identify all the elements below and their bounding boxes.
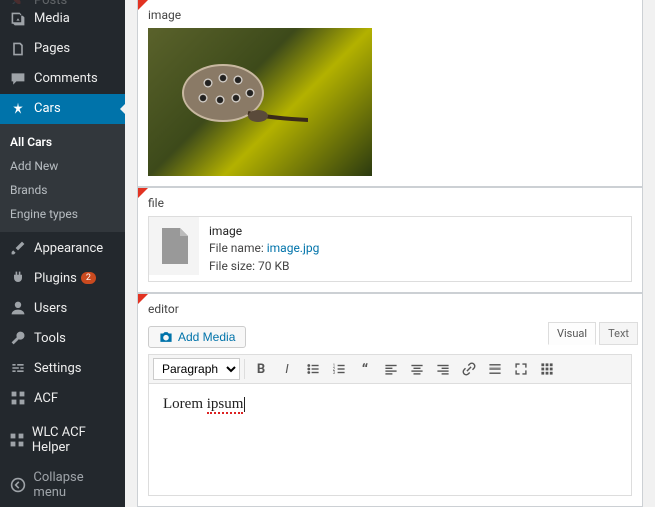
sidebar-item-users[interactable]: Users: [0, 293, 125, 323]
text-cursor: [244, 397, 245, 412]
butterfly-image: [178, 58, 308, 143]
admin-sidebar: 📌 Posts Media Pages Comments Cars All Ca…: [0, 0, 125, 507]
file-size: 70 KB: [258, 259, 289, 273]
file-size-label: File size:: [209, 259, 258, 273]
sidebar-item-appearance[interactable]: Appearance: [0, 233, 125, 263]
sidebar-item-settings[interactable]: Settings: [0, 353, 125, 383]
submenu-item-engine-types[interactable]: Engine types: [0, 202, 125, 226]
collapse-label: Collapse menu: [33, 470, 117, 500]
align-right-button[interactable]: [431, 357, 455, 381]
pin-icon: [8, 101, 28, 117]
file-info: image File name: image.jpg File size: 70…: [199, 217, 329, 281]
align-center-button[interactable]: [405, 357, 429, 381]
field-label: file: [138, 188, 642, 216]
sidebar-item-label: Media: [34, 11, 70, 26]
sidebar-item-label: ACF: [34, 391, 58, 406]
toolbar-toggle-button[interactable]: [535, 357, 559, 381]
field-label: editor: [138, 294, 642, 322]
page-icon: [8, 41, 28, 57]
editor-toolbar: Paragraph B I 123 “: [148, 354, 632, 384]
italic-button[interactable]: I: [275, 357, 299, 381]
sidebar-item-media[interactable]: Media: [0, 4, 125, 34]
bold-button[interactable]: B: [249, 357, 273, 381]
file-title: image: [209, 223, 319, 240]
tab-text[interactable]: Text: [599, 322, 638, 345]
sidebar-item-label: Pages: [34, 41, 70, 56]
update-badge: 2: [81, 272, 96, 284]
sidebar-item-label: Cars: [34, 101, 61, 116]
pin-icon: 📌: [8, 0, 28, 4]
plug-icon: [8, 270, 28, 286]
camera-icon: [159, 330, 173, 344]
sidebar-item-label: Users: [34, 301, 67, 316]
insert-more-button[interactable]: [483, 357, 507, 381]
media-icon: [8, 11, 28, 27]
file-icon: [149, 217, 199, 275]
sidebar-item-label: Appearance: [34, 241, 103, 256]
sidebar-item-wlc-acf-helper[interactable]: WLC ACF Helper: [0, 418, 125, 462]
sidebar-item-pages[interactable]: Pages: [0, 34, 125, 64]
svg-text:3: 3: [333, 371, 336, 376]
sidebar-item-acf[interactable]: ACF: [0, 383, 125, 413]
link-button[interactable]: [457, 357, 481, 381]
comment-icon: [8, 71, 28, 87]
main-content: image: [125, 0, 655, 507]
collapse-menu-button[interactable]: Collapse menu: [0, 463, 125, 507]
brush-icon: [8, 240, 28, 256]
add-media-label: Add Media: [178, 330, 235, 344]
sidebar-item-cars[interactable]: Cars: [0, 94, 125, 124]
file-name-label: File name:: [209, 241, 267, 255]
submenu-item-add-new[interactable]: Add New: [0, 154, 125, 178]
bullet-list-button[interactable]: [301, 357, 325, 381]
grid-icon: [8, 432, 26, 448]
editor-text: Lorem ipsum: [163, 396, 243, 414]
sidebar-item-label: Tools: [34, 331, 66, 346]
field-editor: editor Add Media Visual Text Paragraph B…: [137, 293, 643, 507]
number-list-button[interactable]: 123: [327, 357, 351, 381]
format-select[interactable]: Paragraph: [153, 358, 240, 380]
field-label: image: [138, 0, 642, 28]
sidebar-item-label: Comments: [34, 71, 98, 86]
wrench-icon: [8, 330, 28, 346]
sliders-icon: [8, 360, 28, 376]
align-left-button[interactable]: [379, 357, 403, 381]
sidebar-item-posts[interactable]: 📌 Posts: [0, 0, 125, 4]
editor-tabs: Visual Text: [545, 322, 638, 345]
submenu-item-all-cars[interactable]: All Cars: [0, 130, 125, 154]
sidebar-item-label: Plugins: [34, 271, 77, 286]
collapse-icon: [8, 477, 27, 493]
fullscreen-button[interactable]: [509, 357, 533, 381]
sidebar-item-label: WLC ACF Helper: [32, 425, 117, 455]
grid-icon: [8, 390, 28, 406]
file-name-link[interactable]: image.jpg: [267, 241, 320, 255]
sidebar-item-plugins[interactable]: Plugins 2: [0, 263, 125, 293]
sidebar-item-label: Settings: [34, 361, 81, 376]
tab-visual[interactable]: Visual: [548, 322, 596, 345]
image-preview[interactable]: [148, 28, 372, 176]
field-file: file image File name: image.jpg File siz…: [137, 187, 643, 293]
blockquote-button[interactable]: “: [353, 357, 377, 381]
sidebar-item-label: Posts: [34, 0, 67, 4]
user-icon: [8, 300, 28, 316]
field-image: image: [137, 0, 643, 187]
add-media-button[interactable]: Add Media: [148, 326, 246, 348]
file-block: image File name: image.jpg File size: 70…: [148, 216, 632, 282]
sidebar-submenu: All Cars Add New Brands Engine types: [0, 124, 125, 232]
sidebar-item-tools[interactable]: Tools: [0, 323, 125, 353]
editor-content-area[interactable]: Lorem ipsum: [148, 384, 632, 496]
submenu-item-brands[interactable]: Brands: [0, 178, 125, 202]
sidebar-item-comments[interactable]: Comments: [0, 64, 125, 94]
